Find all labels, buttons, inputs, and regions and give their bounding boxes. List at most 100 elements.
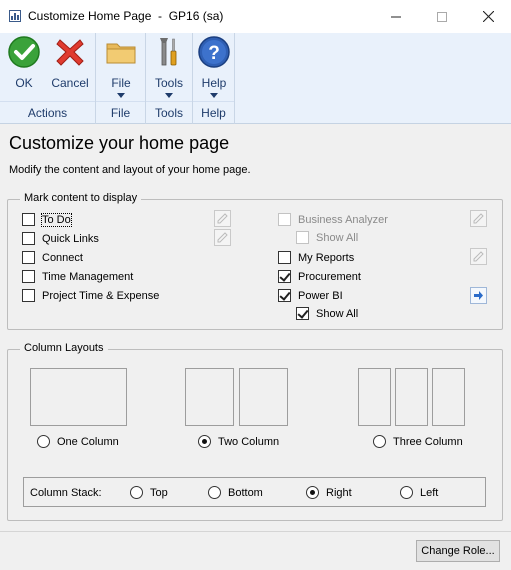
minimize-button[interactable]: [373, 0, 419, 33]
mark-content-group-title: Mark content to display: [20, 192, 142, 204]
maximize-button[interactable]: [419, 0, 465, 33]
radio-stack-left[interactable]: Left: [400, 486, 438, 499]
dropdown-arrow-icon: [165, 93, 173, 98]
checkbox-quick-links[interactable]: Quick Links: [22, 232, 99, 245]
group-separator: [96, 101, 145, 102]
checkbox-label: Show All: [316, 307, 359, 320]
checkbox-box[interactable]: [296, 307, 309, 320]
tools-menu-button[interactable]: Tools: [152, 35, 186, 98]
help-menu-button[interactable]: ? Help: [197, 35, 231, 98]
checkbox-connect[interactable]: Connect: [22, 251, 83, 264]
column-stack-label: Column Stack:: [30, 487, 102, 499]
checkbox-box[interactable]: [22, 213, 35, 226]
ribbon-group-tools: Tools Tools: [146, 33, 193, 124]
checkbox-project-time-expense[interactable]: Project Time & Expense: [22, 289, 159, 302]
three-column-preview-right[interactable]: [432, 368, 465, 426]
file-menu-button[interactable]: File: [104, 35, 138, 98]
ribbon-group-help: ? Help Help: [193, 33, 235, 124]
business-analyzer-options-button: [470, 210, 487, 227]
close-button[interactable]: [465, 0, 511, 33]
help-label: Help: [201, 76, 227, 90]
group-label-file: File: [110, 106, 131, 120]
three-column-preview-middle[interactable]: [395, 368, 428, 426]
checkbox-power-bi[interactable]: Power BI: [278, 289, 343, 302]
checkbox-power-bi-show-all[interactable]: Show All: [296, 307, 358, 320]
tools-label: Tools: [154, 76, 183, 90]
checkbox-box[interactable]: [278, 270, 291, 283]
ribbon-group-file: File File: [96, 33, 146, 124]
customize-home-page-window: Customize Home Page - GP16 (sa) OK Cance…: [0, 0, 511, 570]
checkbox-my-reports[interactable]: My Reports: [278, 251, 354, 264]
cancel-button[interactable]: Cancel: [48, 35, 92, 90]
radio-label: Three Column: [393, 435, 463, 448]
two-column-preview-right[interactable]: [239, 368, 288, 426]
checkbox-procurement[interactable]: Procurement: [278, 270, 361, 283]
change-role-button[interactable]: Change Role...: [416, 540, 500, 562]
cancel-label: Cancel: [51, 76, 89, 90]
to-do-options-button[interactable]: [214, 210, 231, 227]
checkbox-box[interactable]: [278, 251, 291, 264]
close-icon: [482, 11, 494, 22]
radio-one-column[interactable]: One Column: [37, 435, 119, 448]
app-icon: [9, 10, 21, 22]
checkbox-label: Business Analyzer: [298, 213, 388, 226]
dropdown-arrow-icon: [117, 93, 125, 98]
radio-label: Right: [326, 486, 352, 499]
three-column-preview-left[interactable]: [358, 368, 391, 426]
radio-stack-bottom[interactable]: Bottom: [208, 486, 263, 499]
checkbox-box: [278, 213, 291, 226]
checkbox-box[interactable]: [22, 289, 35, 302]
radio-stack-top[interactable]: Top: [130, 486, 168, 499]
radio-three-column[interactable]: Three Column: [373, 435, 463, 448]
checkbox-box[interactable]: [278, 289, 291, 302]
svg-text:?: ?: [208, 43, 220, 64]
checkbox-label: Connect: [42, 251, 83, 264]
radio-label: One Column: [57, 435, 119, 448]
window-title: Customize Home Page - GP16 (sa): [28, 9, 224, 23]
group-separator: [0, 101, 95, 102]
ok-button[interactable]: OK: [6, 35, 42, 90]
checkbox-time-management[interactable]: Time Management: [22, 270, 133, 283]
checkbox-to-do[interactable]: To Do: [22, 212, 72, 227]
radio-label: Two Column: [218, 435, 280, 448]
minimize-icon: [391, 16, 401, 17]
checkmark-icon: [8, 36, 40, 68]
folder-icon: [106, 43, 136, 64]
quick-links-options-button[interactable]: [214, 229, 231, 246]
column-layouts-group-title: Column Layouts: [20, 342, 108, 354]
radio-stack-right[interactable]: Right: [306, 486, 352, 499]
radio-circle[interactable]: [306, 486, 319, 499]
checkbox-label: To Do: [41, 212, 72, 227]
checkbox-box[interactable]: [22, 270, 35, 283]
radio-two-column[interactable]: Two Column: [198, 435, 279, 448]
radio-circle[interactable]: [37, 435, 50, 448]
help-question-icon: ?: [198, 36, 230, 68]
ribbon: OK Cancel Actions File File Tools Tools …: [0, 33, 511, 124]
radio-circle[interactable]: [373, 435, 386, 448]
edit-pencil-icon: [473, 251, 484, 262]
two-column-preview-left[interactable]: [185, 368, 234, 426]
checkbox-label: Quick Links: [42, 232, 99, 245]
tools-icon: [160, 38, 177, 66]
edit-pencil-icon: [217, 232, 228, 243]
radio-circle[interactable]: [130, 486, 143, 499]
radio-circle[interactable]: [400, 486, 413, 499]
ok-label: OK: [15, 76, 33, 90]
arrow-right-icon: [474, 291, 483, 300]
checkbox-box[interactable]: [22, 232, 35, 245]
my-reports-options-button[interactable]: [470, 248, 487, 265]
mark-content-group: [7, 199, 503, 330]
checkbox-box[interactable]: [22, 251, 35, 264]
checkbox-business-analyzer: Business Analyzer: [278, 213, 388, 226]
radio-circle[interactable]: [198, 435, 211, 448]
title-bar: Customize Home Page - GP16 (sa): [0, 0, 511, 33]
ribbon-group-actions: OK Cancel Actions: [0, 33, 96, 124]
group-label-actions: Actions: [27, 106, 68, 120]
footer-separator: [0, 531, 511, 532]
radio-circle[interactable]: [208, 486, 221, 499]
group-label-help: Help: [201, 106, 226, 120]
one-column-preview[interactable]: [30, 368, 127, 426]
maximize-icon: [437, 11, 447, 22]
power-bi-options-button[interactable]: [470, 287, 487, 304]
checkbox-business-analyzer-show-all: Show All: [296, 231, 358, 244]
